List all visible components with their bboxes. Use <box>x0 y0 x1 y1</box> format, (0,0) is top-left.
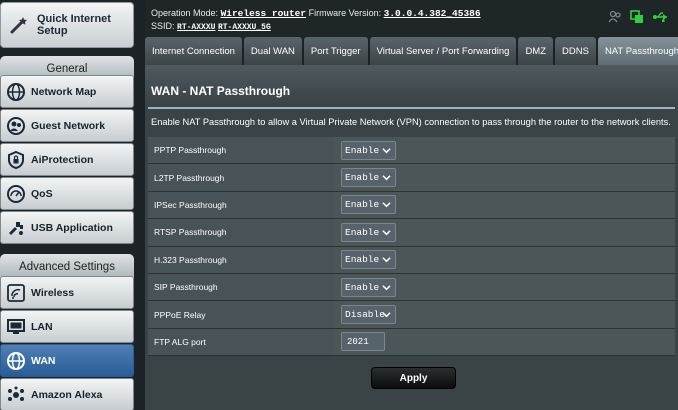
table-row: PPPoE Relay Disable <box>148 301 675 329</box>
sidebar-item-label: USB Application <box>31 221 113 234</box>
status-header: Operation Mode: Wireless router Firmware… <box>145 0 678 36</box>
h323-passthrough-select[interactable]: Enable <box>341 250 396 270</box>
tab-dmz[interactable]: DMZ <box>518 37 554 65</box>
chevron-down-icon <box>382 175 391 181</box>
tab-virtual-server-port-forwarding[interactable]: Virtual Server / Port Forwarding <box>369 37 517 65</box>
chevron-down-icon <box>382 284 391 290</box>
sidebar-item-amazon-alexa[interactable]: Amazon Alexa <box>0 378 134 410</box>
chevron-down-icon <box>382 257 391 263</box>
select-value: Enable <box>345 281 380 293</box>
sidebar-item-label: Network Map <box>31 85 97 98</box>
ssid-5g-link[interactable]: RT-AXXXU_5G <box>218 23 271 32</box>
chevron-down-icon <box>382 230 391 236</box>
pptp-passthrough-select[interactable]: Enable <box>341 140 396 160</box>
table-row: PPTP Passthrough Enable <box>148 137 675 165</box>
select-value: Enable <box>345 172 380 184</box>
sidebar-item-label: Amazon Alexa <box>31 388 103 401</box>
select-value: Enable <box>345 254 380 266</box>
pppoe-relay-label: PPPoE Relay <box>148 301 333 328</box>
page-description: Enable NAT Passthrough to allow a Virtua… <box>151 117 671 127</box>
firmware-label: Firmware Version: <box>308 8 382 18</box>
settings-table: PPTP Passthrough Enable L2TP Passthrough… <box>148 137 675 357</box>
firmware-version-link[interactable]: 3.0.0.4.382_45386 <box>384 8 481 19</box>
main-panel: WAN - NAT Passthrough Enable NAT Passthr… <box>145 65 678 410</box>
tab-port-trigger[interactable]: Port Trigger <box>303 37 368 65</box>
rtsp-passthrough-select[interactable]: Enable <box>341 222 396 242</box>
wizard-icon <box>9 13 31 37</box>
operation-mode-link[interactable]: Wireless router <box>221 8 307 19</box>
title-divider <box>148 107 675 109</box>
sidebar-item-guest-network[interactable]: Guest Network <box>0 109 134 142</box>
clients-icon[interactable] <box>608 10 622 27</box>
alexa-icon <box>5 384 27 406</box>
ftp-alg-port-input[interactable]: 2021 <box>341 332 385 352</box>
sip-passthrough-label: SIP Passthrough <box>148 273 333 301</box>
ipsec-passthrough-select[interactable]: Enable <box>341 195 396 215</box>
sidebar-item-network-map[interactable]: Network Map <box>0 75 134 108</box>
tab-ddns[interactable]: DDNS <box>555 37 596 65</box>
sidebar-item-label: Guest Network <box>31 119 106 132</box>
l2tp-passthrough-select[interactable]: Enable <box>341 168 396 188</box>
h323-passthrough-label: H.323 Passthrough <box>148 246 333 273</box>
ssid-label: SSID: <box>151 21 175 31</box>
quick-internet-setup-button[interactable]: Quick Internet Setup <box>0 2 134 48</box>
select-value: Disable <box>345 309 385 321</box>
speedometer-icon <box>5 183 27 205</box>
rtsp-passthrough-label: RTSP Passthrough <box>148 219 333 246</box>
sidebar-item-label: WAN <box>31 354 56 367</box>
sidebar-item-usb-application[interactable]: USB Application <box>0 211 134 244</box>
table-row: IPSec Passthrough Enable <box>148 191 675 220</box>
wireless-icon <box>5 282 27 304</box>
tab-bar: Internet Connection Dual WAN Port Trigge… <box>145 37 678 65</box>
chevron-down-icon <box>382 202 391 208</box>
sidebar-item-qos[interactable]: QoS <box>0 177 134 210</box>
select-value: Enable <box>345 199 380 211</box>
sidebar-item-lan[interactable]: LAN <box>0 310 134 343</box>
sidebar-item-label: AiProtection <box>31 153 94 166</box>
table-row: RTSP Passthrough Enable <box>148 219 675 247</box>
sidebar-item-wan[interactable]: WAN <box>0 344 134 377</box>
operation-mode-label: Operation Mode: <box>151 8 219 18</box>
table-row: L2TP Passthrough Enable <box>148 164 675 192</box>
status-icons <box>608 10 668 27</box>
header-ssid-line: SSID: RT-AXXXU RT-AXXXU_5G <box>151 21 271 32</box>
sidebar: Quick Internet Setup General Network Map… <box>0 0 136 410</box>
table-row: SIP Passthrough Enable <box>148 273 675 302</box>
tab-dual-wan[interactable]: Dual WAN <box>243 37 302 65</box>
sidebar-item-label: Wireless <box>31 286 75 299</box>
lock-shield-icon <box>5 149 27 171</box>
monitor-icon <box>5 316 27 338</box>
ftp-alg-port-label: FTP ALG port <box>148 328 333 356</box>
sip-passthrough-select[interactable]: Enable <box>341 277 396 297</box>
header-status-line: Operation Mode: Wireless router Firmware… <box>151 8 481 19</box>
usb-status-icon[interactable] <box>652 10 668 27</box>
select-value: Enable <box>345 226 380 238</box>
globe-icon <box>5 350 27 372</box>
select-value: Enable <box>345 144 380 156</box>
pppoe-relay-select[interactable]: Disable <box>341 305 396 325</box>
sidebar-item-label: LAN <box>31 320 53 333</box>
guest-network-icon <box>5 115 27 137</box>
l2tp-passthrough-label: L2TP Passthrough <box>148 164 333 191</box>
table-row: H.323 Passthrough Enable <box>148 246 675 274</box>
quick-internet-setup-label: Quick Internet Setup <box>37 13 111 37</box>
sidebar-item-aiprotection[interactable]: AiProtection <box>0 143 134 176</box>
page-title: WAN - NAT Passthrough <box>151 84 291 98</box>
internet-status-icon[interactable] <box>630 10 644 27</box>
ipsec-passthrough-label: IPSec Passthrough <box>148 191 333 219</box>
sidebar-item-label: QoS <box>31 187 53 200</box>
ssid-2g-link[interactable]: RT-AXXXU <box>177 23 215 32</box>
globe-icon <box>5 81 27 103</box>
tab-nat-passthrough[interactable]: NAT Passthrough <box>597 37 678 65</box>
table-row: FTP ALG port 2021 <box>148 328 675 357</box>
tab-internet-connection[interactable]: Internet Connection <box>145 37 242 65</box>
chevron-down-icon <box>382 147 391 154</box>
chevron-down-icon <box>382 312 391 318</box>
apply-button[interactable]: Apply <box>371 367 456 389</box>
pptp-passthrough-label: PPTP Passthrough <box>148 137 333 164</box>
puzzle-icon <box>5 217 27 239</box>
sidebar-item-wireless[interactable]: Wireless <box>0 276 134 309</box>
